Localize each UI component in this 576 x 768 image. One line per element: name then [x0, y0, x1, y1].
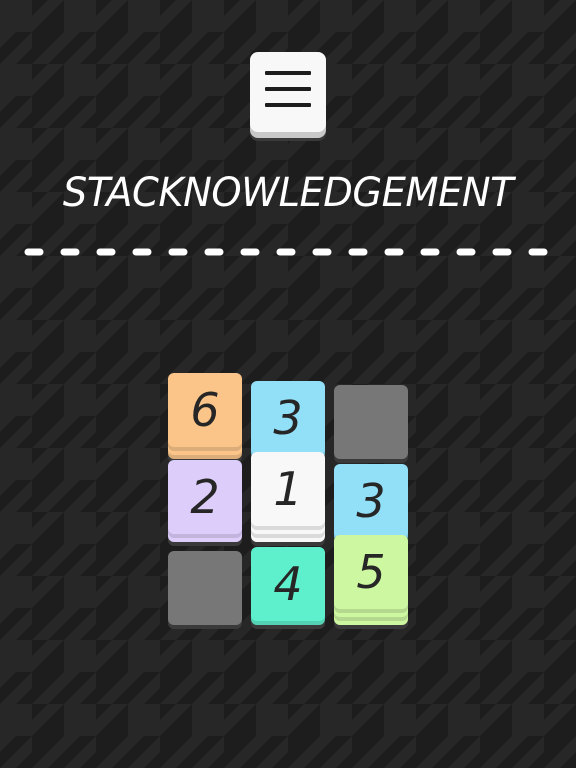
tile-number: 4	[273, 557, 303, 611]
tile-number: 5	[356, 545, 386, 599]
tile-2[interactable]: 2	[168, 460, 242, 546]
game-board: 6321345	[0, 0, 576, 768]
empty-cell[interactable]	[168, 551, 242, 629]
tile-number: 3	[356, 474, 386, 528]
tile-number: 3	[273, 391, 303, 445]
tile-4[interactable]: 4	[251, 547, 325, 629]
tile-number: 1	[273, 462, 303, 516]
tile-number: 2	[190, 470, 220, 524]
tile-3[interactable]: 3	[251, 381, 325, 463]
empty-cell[interactable]	[334, 385, 408, 463]
tile-3[interactable]: 3	[334, 464, 408, 546]
tile-5[interactable]: 5	[334, 535, 408, 629]
tile-1[interactable]: 1	[251, 452, 325, 546]
tile-number: 6	[190, 383, 220, 437]
tile-6[interactable]: 6	[168, 373, 242, 463]
